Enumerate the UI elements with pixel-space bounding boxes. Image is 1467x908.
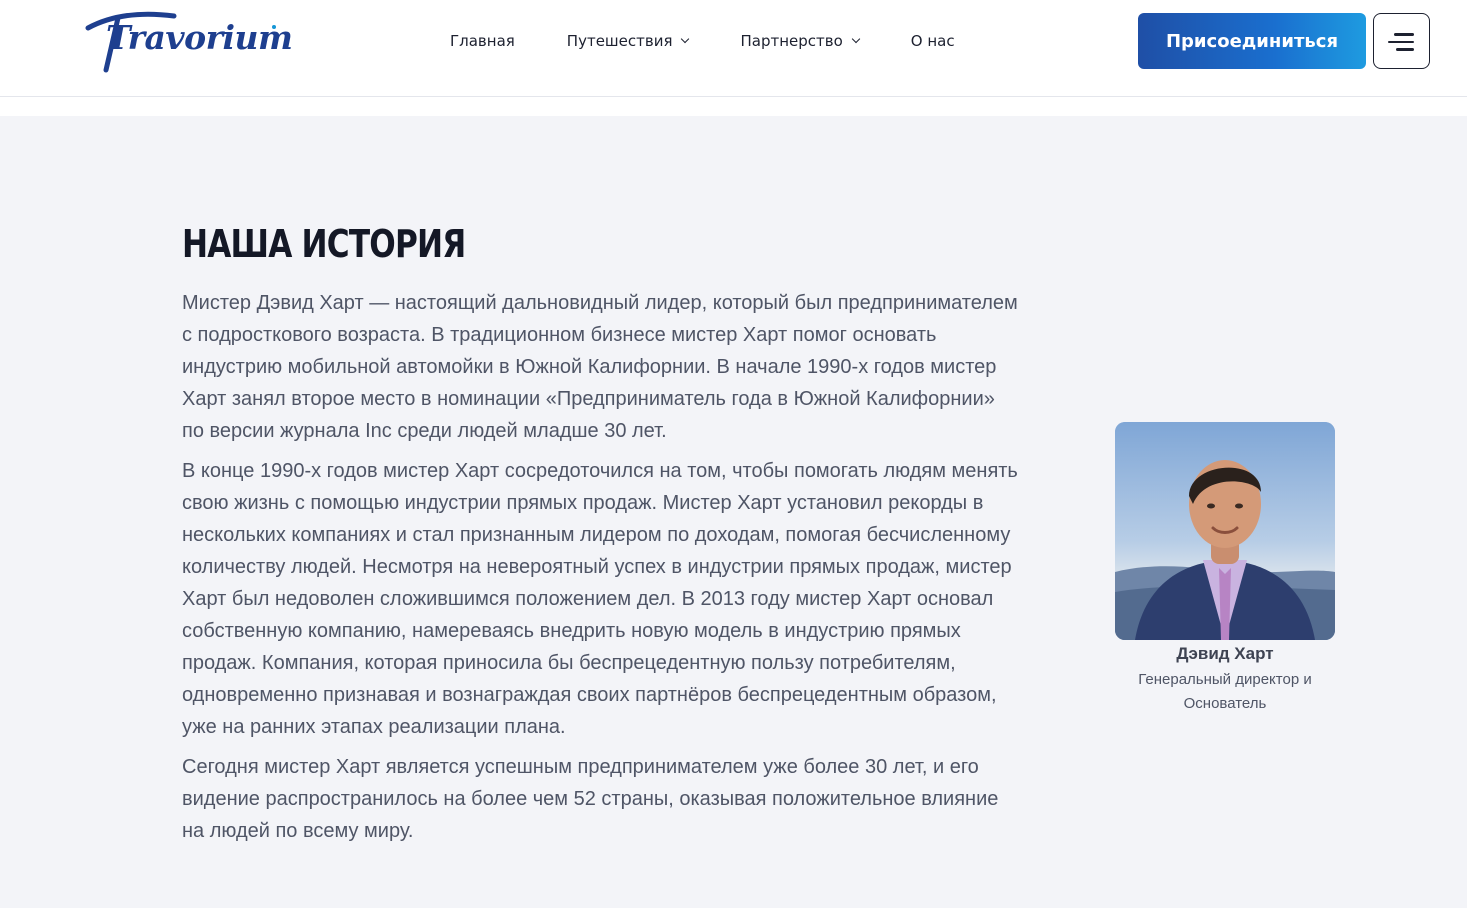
story-text: Мистер Дэвид Харт — настоящий дальновидн… (182, 287, 1022, 855)
nav-item-home[interactable]: Главная (450, 32, 515, 50)
nav-item-about-label: О нас (910, 32, 955, 50)
story-paragraph: В конце 1990-х годов мистер Харт сосредо… (182, 460, 1018, 738)
header-divider-strip (0, 97, 1467, 116)
nav-item-travel[interactable]: Путешествия (566, 32, 690, 50)
menu-button[interactable] (1373, 13, 1430, 69)
join-button[interactable]: Присоединиться (1138, 13, 1366, 69)
founder-role: Генеральный директор и Основатель (1138, 671, 1312, 712)
chevron-down-icon (681, 34, 690, 44)
nav-item-about[interactable]: О нас (911, 32, 955, 50)
chevron-down-icon (851, 34, 861, 44)
logo-wordmark: Travorium (106, 18, 293, 57)
nav-item-travel-label: Путешествия (566, 32, 673, 50)
founder-name: Дэвид Харт (1176, 644, 1274, 663)
main-nav: Главная Путешествия Партнерство О нас (450, 30, 955, 52)
founder-portrait-illustration (1115, 422, 1335, 640)
site-header: Travorium Главная Путешествия Партнерств… (0, 0, 1467, 97)
page-title: НАША ИСТОРИЯ (182, 222, 466, 266)
nav-item-partnership-label: Партнерство (740, 32, 843, 50)
founder-photo (1115, 422, 1335, 640)
story-paragraph: Сегодня мистер Харт является успешным пр… (182, 756, 999, 842)
story-paragraph: Мистер Дэвид Харт — настоящий дальновидн… (182, 292, 1018, 442)
travorium-logo[interactable]: Travorium (84, 6, 293, 76)
founder-card: Дэвид Харт Генеральный директор и Основа… (1115, 422, 1335, 716)
nav-item-home-label: Главная (450, 32, 515, 50)
nav-item-partnership[interactable]: Партнерство (740, 32, 861, 50)
